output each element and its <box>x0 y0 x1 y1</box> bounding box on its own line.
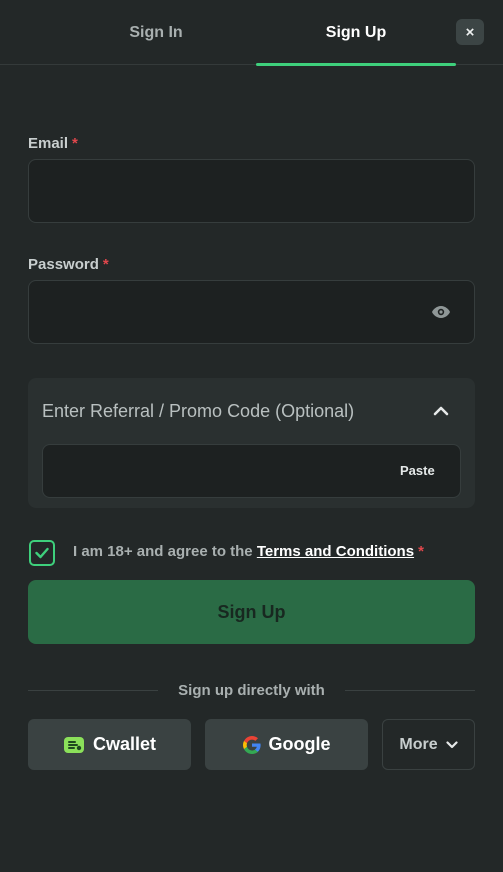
paste-button[interactable]: Paste <box>400 463 435 478</box>
email-input[interactable] <box>28 159 475 223</box>
email-required-mark: * <box>72 135 78 152</box>
show-password-toggle[interactable] <box>430 302 452 322</box>
tab-sign-in[interactable]: Sign In <box>56 0 256 65</box>
cwallet-icon <box>63 736 84 753</box>
google-label: Google <box>268 734 331 754</box>
divider-text: Sign up directly with <box>178 682 325 699</box>
terms-required-mark: * <box>418 543 424 560</box>
password-label: Password * <box>28 256 109 273</box>
tab-sign-up[interactable]: Sign Up <box>256 0 456 66</box>
check-icon <box>35 547 49 559</box>
auth-tabs: Sign In Sign Up × <box>0 0 503 66</box>
eye-icon <box>432 306 450 318</box>
terms-link[interactable]: Terms and Conditions <box>257 543 414 560</box>
cwallet-signin-button[interactable]: Cwallet <box>28 719 191 770</box>
terms-checkbox[interactable] <box>29 540 55 566</box>
password-required-mark: * <box>102 256 109 273</box>
terms-prefix: I am 18+ and agree to the <box>73 543 257 560</box>
terms-agreement-text: I am 18+ and agree to the Terms and Cond… <box>73 543 424 560</box>
promo-collapse-button[interactable] <box>430 401 452 421</box>
promo-code-toggle-label[interactable]: Enter Referral / Promo Code (Optional) <box>42 401 354 422</box>
email-label-text: Email <box>28 135 69 152</box>
sign-up-button[interactable]: Sign Up <box>28 580 475 644</box>
more-label: More <box>399 735 438 753</box>
close-icon: × <box>465 23 475 41</box>
chevron-up-icon <box>433 406 449 416</box>
google-signin-button[interactable]: Google <box>205 719 368 770</box>
close-button[interactable]: × <box>456 19 484 45</box>
google-icon <box>242 735 261 754</box>
cwallet-label: Cwallet <box>92 734 157 754</box>
email-label: Email * <box>28 135 78 152</box>
more-signin-options-button[interactable]: More <box>382 719 475 770</box>
chevron-down-icon <box>446 740 458 748</box>
password-input[interactable] <box>28 280 475 344</box>
password-label-text: Password <box>28 256 99 273</box>
promo-code-input[interactable] <box>42 444 461 498</box>
